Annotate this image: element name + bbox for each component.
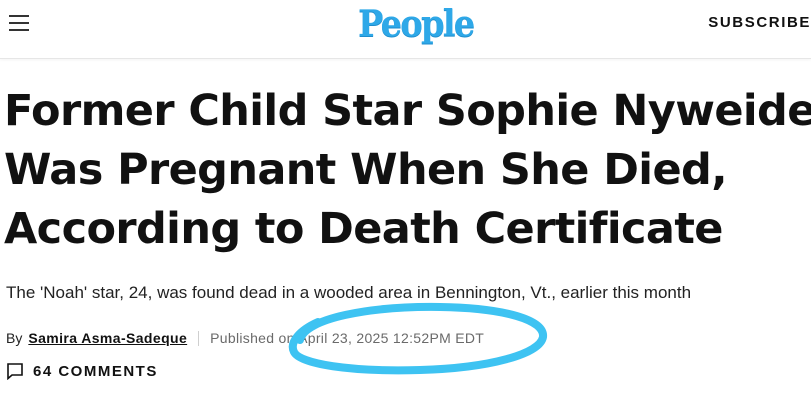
headline-line: Former Child Star Sophie Nyweide bbox=[4, 86, 811, 136]
author-link[interactable]: Samira Asma-Sadeque bbox=[28, 330, 187, 346]
article-dek: The 'Noah' star, 24, was found dead in a… bbox=[6, 283, 692, 302]
headline-line: Was Pregnant When She Died, bbox=[4, 145, 728, 195]
article-headline: Former Child Star Sophie Nyweide Was Pre… bbox=[4, 82, 811, 259]
byline: By Samira Asma-Sadeque Published on Apri… bbox=[6, 330, 484, 346]
headline-line: According to Death Certificate bbox=[4, 204, 723, 254]
site-header: People SUBSCRIBE bbox=[0, 0, 811, 59]
byline-prefix: By bbox=[6, 330, 23, 346]
hamburger-menu-icon[interactable] bbox=[9, 15, 29, 31]
comments-button[interactable]: 64 COMMENTS bbox=[6, 362, 158, 380]
people-logo[interactable]: People bbox=[358, 0, 475, 48]
published-date: Published on April 23, 2025 12:52PM EDT bbox=[210, 330, 485, 346]
byline-divider bbox=[198, 330, 200, 346]
subscribe-button[interactable]: SUBSCRIBE bbox=[708, 14, 811, 31]
comment-bubble-icon bbox=[7, 363, 23, 380]
comments-count-label: 64 COMMENTS bbox=[33, 362, 158, 380]
